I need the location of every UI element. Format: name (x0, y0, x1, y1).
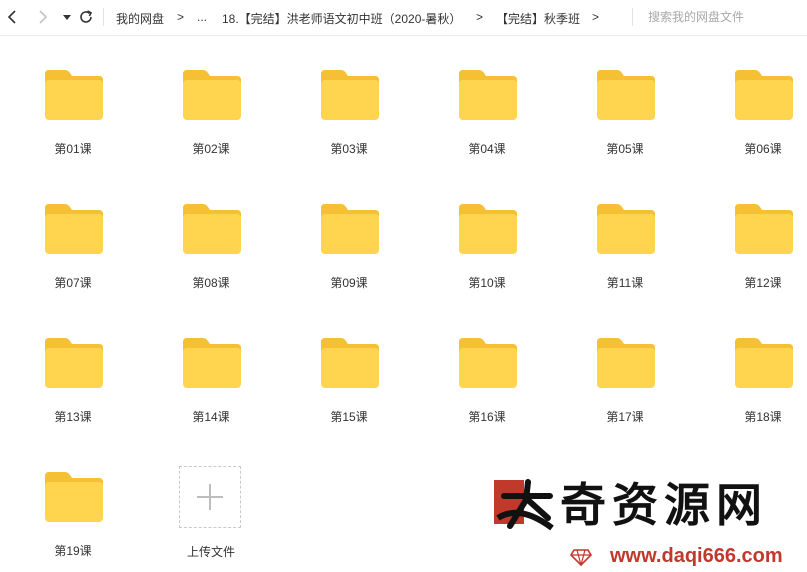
folder-item[interactable]: 第01课 (18, 68, 128, 168)
folder-icon (321, 204, 379, 254)
forward-button[interactable] (33, 8, 51, 26)
folder-item[interactable]: 第13课 (18, 336, 128, 436)
chevron-left-icon (7, 10, 16, 24)
folder-item[interactable]: 第03课 (294, 68, 404, 168)
folder-icon (183, 338, 241, 388)
folder-item[interactable]: 第09课 (294, 202, 404, 302)
toolbar-divider (103, 8, 104, 26)
folder-label: 第03课 (330, 142, 368, 156)
folder-item[interactable]: 第15课 (294, 336, 404, 436)
folder-icon (597, 70, 655, 120)
folder-icon (459, 338, 517, 388)
folder-item[interactable]: 第04课 (432, 68, 542, 168)
folder-icon (321, 338, 379, 388)
folder-item[interactable]: 第19课 (18, 470, 128, 570)
breadcrumb-separator: > (177, 10, 185, 24)
folder-icon (735, 70, 793, 120)
folder-label: 第15课 (330, 410, 368, 424)
folder-icon (45, 472, 103, 522)
folder-label: 第01课 (54, 142, 92, 156)
folder-icon (45, 70, 103, 120)
folder-icon (45, 338, 103, 388)
folder-label: 第13课 (54, 410, 92, 424)
folder-item[interactable]: 第10课 (432, 202, 542, 302)
folder-label: 第05课 (606, 142, 644, 156)
folder-icon (735, 338, 793, 388)
folder-label: 第19课 (54, 544, 92, 558)
folder-item[interactable]: 第18课 (708, 336, 807, 436)
folder-icon (183, 70, 241, 120)
breadcrumb-item-current[interactable]: 【完结】秋季班 (496, 10, 580, 27)
folder-icon (597, 338, 655, 388)
back-button[interactable] (4, 8, 22, 26)
folder-label: 第11课 (606, 276, 644, 290)
folder-label: 第10课 (468, 276, 506, 290)
folder-label: 第02课 (192, 142, 230, 156)
upload-label[interactable]: 上传文件 (156, 543, 266, 560)
folder-item[interactable]: 第08课 (156, 202, 266, 302)
breadcrumb-item-ellipsis[interactable]: ... (197, 10, 207, 24)
folder-icon (45, 204, 103, 254)
folder-icon (321, 70, 379, 120)
search-divider (632, 8, 633, 26)
folder-label: 第08课 (192, 276, 230, 290)
folder-label: 第12课 (744, 276, 782, 290)
folder-item[interactable]: 第11课 (570, 202, 680, 302)
folder-item[interactable]: 第12课 (708, 202, 807, 302)
refresh-icon (80, 10, 93, 23)
folder-icon (597, 204, 655, 254)
breadcrumb-separator: > (476, 10, 484, 24)
toolbar: 我的网盘 > ... 18.【完结】洪老师语文初中班（2020-暑秋） > 【完… (0, 0, 807, 36)
plus-icon (197, 484, 223, 510)
folder-label: 第09课 (330, 276, 368, 290)
folder-icon (735, 204, 793, 254)
upload-button[interactable] (179, 466, 241, 528)
folder-icon (183, 204, 241, 254)
folder-icon (459, 70, 517, 120)
folder-item[interactable]: 第17课 (570, 336, 680, 436)
search-input[interactable] (648, 7, 798, 27)
watermark-logo (494, 479, 554, 531)
folder-label: 第04课 (468, 142, 506, 156)
folder-label: 第16课 (468, 410, 506, 424)
watermark-url: www.daqi666.com (610, 545, 783, 567)
folder-item[interactable]: 第16课 (432, 336, 542, 436)
folder-item[interactable]: 第02课 (156, 68, 266, 168)
folder-item[interactable]: 第07课 (18, 202, 128, 302)
folder-item[interactable]: 第06课 (708, 68, 807, 168)
breadcrumb-item-course[interactable]: 18.【完结】洪老师语文初中班（2020-暑秋） (222, 10, 461, 27)
folder-label: 第07课 (54, 276, 92, 290)
watermark-title: 奇资源网 (560, 478, 768, 532)
folder-item[interactable]: 第05课 (570, 68, 680, 168)
caret-down-icon (63, 15, 71, 20)
folder-item[interactable]: 第14课 (156, 336, 266, 436)
chevron-right-icon (39, 10, 48, 24)
folder-icon (459, 204, 517, 254)
diamond-icon (570, 549, 592, 566)
breadcrumb-item-root[interactable]: 我的网盘 (116, 10, 164, 27)
folder-label: 第14课 (192, 410, 230, 424)
folder-label: 第06课 (744, 142, 782, 156)
refresh-button[interactable] (77, 8, 95, 26)
folder-label: 第17课 (606, 410, 644, 424)
history-dropdown-button[interactable] (58, 8, 76, 26)
folder-label: 第18课 (744, 410, 782, 424)
breadcrumb-separator: > (592, 10, 600, 24)
